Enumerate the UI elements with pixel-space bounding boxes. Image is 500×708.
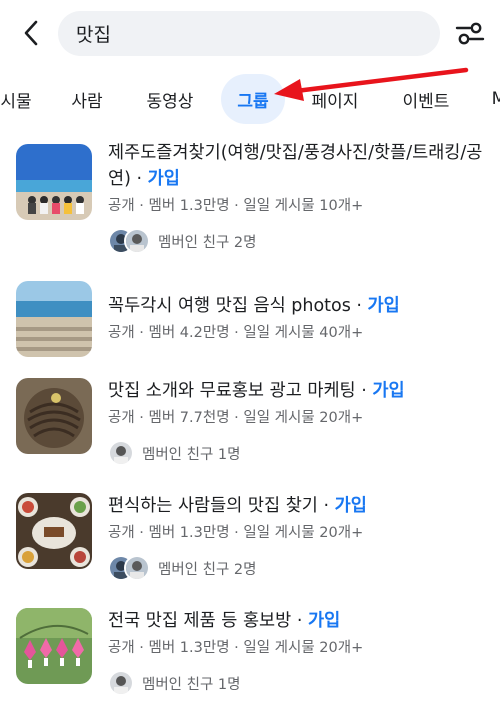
group-meta: 공개 · 멤버 1.3만명 · 일일 게시물 20개+ [108, 640, 364, 656]
friend-avatars [108, 440, 134, 466]
friends-row: 멤버인 친구 1명 [108, 440, 486, 466]
friend-avatars [108, 228, 150, 254]
group-title: 제주도즐겨찾기(여행/맛집/풍경사진/핫플/트래킹/공연) · 가입 [108, 143, 483, 189]
group-meta: 공개 · 멤버 4.2만명 · 일일 게시물 40개+ [108, 325, 364, 341]
tab-more[interactable]: M [484, 74, 500, 124]
group-thumbnail [16, 144, 92, 220]
join-button[interactable]: 가입 [372, 381, 404, 401]
group-thumbnail [16, 493, 92, 569]
group-list-item[interactable]: 편식하는 사람들의 맛집 찾기 · 가입 공개 · 멤버 1.3만명 · 일일 … [0, 493, 500, 588]
tab-posts[interactable]: 시물 [0, 74, 36, 124]
group-title: 꼭두각시 여행 맛집 음식 photos · 가입 [108, 296, 400, 316]
join-button[interactable]: 가입 [335, 496, 367, 516]
tab-pages[interactable]: 페이지 [302, 74, 368, 124]
join-button[interactable]: 가입 [368, 296, 400, 316]
group-meta: 공개 · 멤버 1.3만명 · 일일 게시물 20개+ [108, 525, 364, 541]
friends-count: 멤버인 친구 1명 [142, 676, 241, 693]
avatar [124, 555, 150, 581]
filter-button[interactable] [452, 16, 488, 50]
filter-sliders-icon [455, 22, 485, 45]
friend-avatars [108, 555, 150, 581]
avatar [124, 228, 150, 254]
tab-events[interactable]: 이벤트 [392, 74, 460, 124]
search-filter-tabs: 시물 사람 동영상 그룹 페이지 이벤트 M [0, 74, 500, 124]
friends-row: 멤버인 친구 2명 [108, 228, 486, 254]
group-meta: 공개 · 멤버 1.3만명 · 일일 게시물 10개+ [108, 198, 364, 214]
tab-people[interactable]: 사람 [62, 74, 112, 124]
chevron-left-icon [24, 20, 38, 46]
group-list-item[interactable]: 맛집 소개와 무료홍보 광고 마케팅 · 가입 공개 · 멤버 7.7천명 · … [0, 378, 500, 473]
group-title: 전국 맛집 제품 등 홍보방 · 가입 [108, 611, 341, 631]
tab-videos[interactable]: 동영상 [138, 74, 202, 124]
join-button[interactable]: 가입 [308, 611, 340, 631]
friends-count: 멤버인 친구 2명 [158, 561, 257, 578]
search-input[interactable] [76, 22, 440, 45]
avatar [108, 440, 134, 466]
friends-count: 멤버인 친구 2명 [158, 234, 257, 251]
group-title: 맛집 소개와 무료홍보 광고 마케팅 · 가입 [108, 381, 405, 401]
back-button[interactable] [14, 16, 48, 50]
join-button[interactable]: 가입 [148, 169, 180, 189]
group-thumbnail [16, 281, 92, 357]
avatar [108, 670, 134, 696]
tab-groups[interactable]: 그룹 [221, 74, 285, 124]
group-thumbnail [16, 378, 92, 454]
search-bar[interactable] [58, 11, 440, 56]
search-header [0, 0, 500, 66]
friends-count: 멤버인 친구 1명 [142, 446, 241, 463]
friends-row: 멤버인 친구 2명 [108, 555, 486, 581]
group-list-item[interactable]: 꼭두각시 여행 맛집 음식 photos · 가입 공개 · 멤버 4.2만명 … [0, 281, 500, 361]
group-list-item[interactable]: 제주도즐겨찾기(여행/맛집/풍경사진/핫플/트래킹/공연) · 가입 공개 · … [0, 140, 500, 260]
group-thumbnail [16, 608, 92, 684]
group-list-item[interactable]: 전국 맛집 제품 등 홍보방 · 가입 공개 · 멤버 1.3만명 · 일일 게… [0, 608, 500, 703]
group-title: 편식하는 사람들의 맛집 찾기 · 가입 [108, 496, 367, 516]
group-meta: 공개 · 멤버 7.7천명 · 일일 게시물 20개+ [108, 410, 364, 426]
friends-row: 멤버인 친구 1명 [108, 670, 486, 696]
friend-avatars [108, 670, 134, 696]
